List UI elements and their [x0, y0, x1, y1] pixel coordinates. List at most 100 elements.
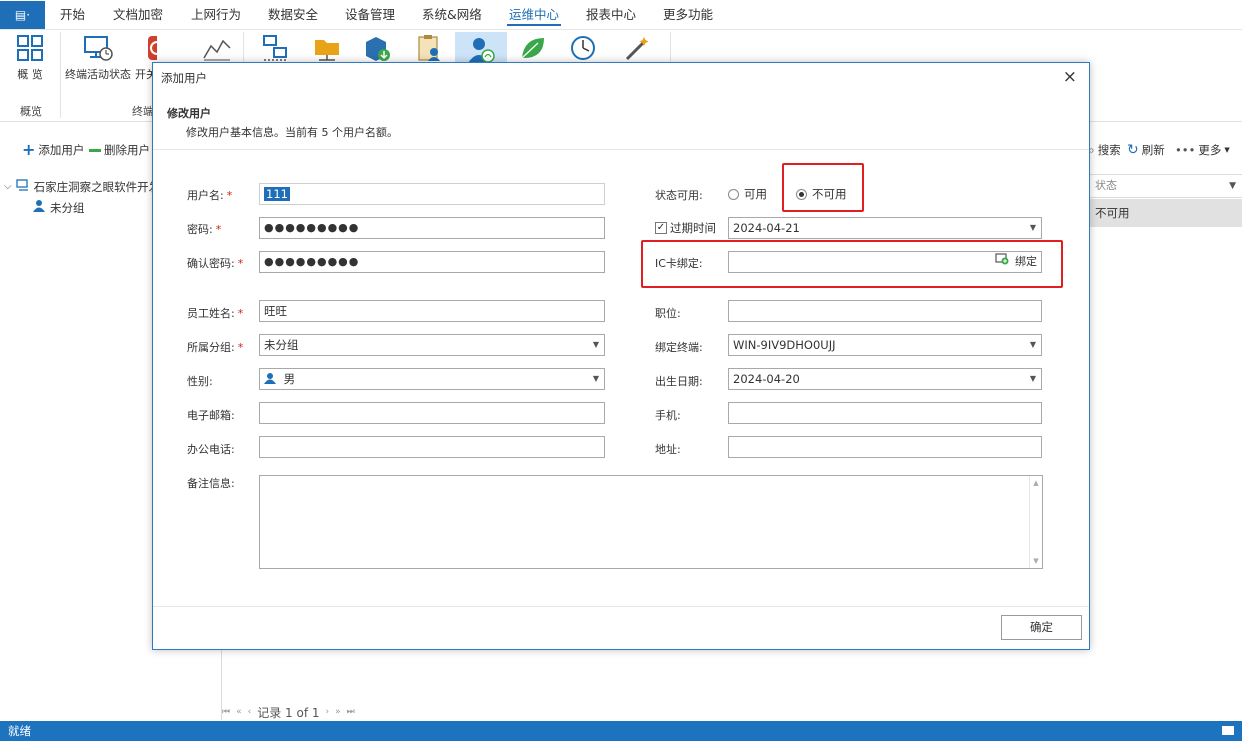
email-input[interactable]: [259, 402, 605, 424]
confirm-password-input[interactable]: ●●●●●●●●●: [259, 251, 605, 273]
scrollbar[interactable]: ▲ ▼: [1029, 476, 1042, 568]
menu-device-mgmt[interactable]: 设备管理: [345, 0, 395, 30]
monitor-clock-icon: [81, 32, 115, 64]
position-input[interactable]: [728, 300, 1042, 322]
address-input[interactable]: [728, 436, 1042, 458]
divider: [153, 606, 1089, 607]
delete-user-label: 删除用户: [104, 143, 150, 157]
tree-item-ungrouped[interactable]: 未分组: [32, 197, 85, 219]
add-user-label: 添加用户: [38, 143, 85, 157]
computer-group-icon: [15, 176, 30, 198]
next-page-fast-icon[interactable]: »: [335, 707, 341, 717]
menu-start[interactable]: 开始: [60, 0, 85, 30]
expire-date-picker[interactable]: 2024-04-21 ▼: [728, 217, 1042, 239]
employee-name-input[interactable]: 旺旺: [259, 300, 605, 322]
table-row[interactable]: 不可用: [1090, 199, 1242, 227]
line-chart-icon: [200, 32, 234, 64]
menu-system-network[interactable]: 系统&网络: [422, 0, 482, 30]
ribbon-overview-label: 概 览: [17, 68, 43, 81]
dialog-subtitle: 修改用户基本信息。当前有 5 个用户名额。: [186, 126, 398, 139]
confirm-password-label: 确认密码: *: [187, 257, 244, 270]
user-icon: [32, 197, 46, 219]
username-input[interactable]: 111: [259, 183, 605, 205]
menu-web-behavior[interactable]: 上网行为: [191, 0, 241, 30]
prev-page-icon[interactable]: ‹: [248, 707, 252, 717]
menu-report-center[interactable]: 报表中心: [586, 0, 636, 30]
menu-ops-center[interactable]: 运维中心: [506, 0, 562, 30]
expire-date-value: 2024-04-21: [733, 221, 800, 235]
add-user-button[interactable]: + 添加用户: [22, 141, 84, 159]
birth-date-value: 2024-04-20: [733, 372, 800, 386]
dialog-title: 添加用户: [161, 71, 207, 85]
ribbon-overview[interactable]: 概 览: [10, 32, 50, 92]
menu-data-security[interactable]: 数据安全: [268, 0, 318, 30]
column-header-status[interactable]: 状态 ▼: [1090, 174, 1242, 198]
first-page-icon[interactable]: ⏮: [222, 707, 230, 717]
prev-page-fast-icon[interactable]: «: [236, 707, 242, 717]
expire-label: 过期时间: [670, 221, 716, 235]
gender-label: 性别:: [187, 375, 213, 388]
divider: [153, 149, 1089, 150]
office-phone-input[interactable]: [259, 436, 605, 458]
checkmark-icon: ✓: [655, 222, 667, 234]
more-button[interactable]: ••• 更多 ▼: [1175, 141, 1230, 159]
remarks-textarea[interactable]: ▲ ▼: [259, 475, 1043, 569]
birth-date-picker[interactable]: 2024-04-20 ▼: [728, 368, 1042, 390]
dialog-heading: 修改用户: [167, 107, 211, 120]
scroll-down-icon[interactable]: ▼: [1030, 557, 1042, 565]
menu-more-features[interactable]: 更多功能: [663, 0, 713, 30]
column-header-status-label: 状态: [1095, 179, 1117, 192]
leaf-icon: [516, 32, 550, 64]
email-label: 电子邮箱:: [187, 409, 235, 422]
chevron-down-icon: ▼: [592, 374, 599, 383]
group-select[interactable]: 未分组 ▼: [259, 334, 605, 356]
expire-checkbox[interactable]: ✓ 过期时间: [655, 220, 716, 236]
scroll-up-icon[interactable]: ▲: [1030, 479, 1042, 487]
bound-terminal-label: 绑定终端:: [655, 341, 703, 354]
clock-icon: [566, 32, 600, 64]
user-icon: [264, 370, 276, 390]
status-bar: 就绪: [0, 721, 1242, 741]
delete-user-button[interactable]: 删除用户: [89, 141, 150, 159]
filter-dropdown-icon[interactable]: ▼: [1229, 175, 1236, 197]
remarks-label: 备注信息:: [187, 477, 235, 490]
ribbon-group-overview: 概览: [20, 105, 42, 118]
menu-doc-encrypt[interactable]: 文档加密: [113, 0, 163, 30]
group-label: 所属分组: *: [187, 341, 244, 354]
username-value: 111: [264, 187, 290, 201]
search-button[interactable]: ⌕ 搜索: [1088, 141, 1121, 159]
next-page-icon[interactable]: ›: [326, 707, 330, 717]
highlight-box-ic-card: [641, 240, 1063, 288]
search-label: 搜索: [1097, 143, 1121, 157]
last-page-icon[interactable]: ⏭: [347, 707, 355, 717]
bound-terminal-select[interactable]: WIN-9IV9DHO0UJJ ▼: [728, 334, 1042, 356]
ribbon-terminal-status[interactable]: 终端活动状态: [64, 32, 132, 92]
position-label: 职位:: [655, 307, 681, 320]
mobile-input[interactable]: [728, 402, 1042, 424]
folder-network-icon: [310, 32, 344, 64]
chevron-down-icon: ▼: [1029, 223, 1036, 232]
radio-unchecked-icon: [728, 188, 739, 200]
plus-icon: +: [22, 140, 36, 159]
close-icon[interactable]: ×: [1063, 67, 1077, 87]
app-menu-button[interactable]: ▤·: [0, 1, 45, 29]
bound-terminal-value: WIN-9IV9DHO0UJJ: [733, 338, 836, 352]
tree-root-node[interactable]: ⌵ 石家庄洞察之眼软件开发有: [4, 176, 172, 198]
ok-button[interactable]: 确定: [1001, 615, 1082, 640]
network-icon: [258, 32, 292, 64]
minus-icon: [89, 148, 101, 152]
refresh-icon: ↻: [1127, 142, 1139, 158]
password-input[interactable]: ●●●●●●●●●: [259, 217, 605, 239]
refresh-button[interactable]: ↻ 刷新: [1127, 141, 1165, 159]
tree-root-label: 石家庄洞察之眼软件开发有: [33, 180, 172, 194]
more-label: 更多: [1198, 143, 1222, 157]
magic-wand-icon: [620, 32, 654, 64]
group-select-value: 未分组: [264, 338, 299, 352]
status-radio-enabled[interactable]: 可用: [728, 186, 767, 202]
pager: ⏮ « ‹ 记录 1 of 1 › » ⏭: [222, 703, 355, 721]
gender-select[interactable]: 男 ▼: [259, 368, 605, 390]
chevron-down-icon: ▼: [1029, 340, 1036, 349]
pager-record-text: 记录 1 of 1: [257, 705, 320, 720]
birth-date-label: 出生日期:: [655, 375, 703, 388]
refresh-label: 刷新: [1141, 143, 1165, 157]
